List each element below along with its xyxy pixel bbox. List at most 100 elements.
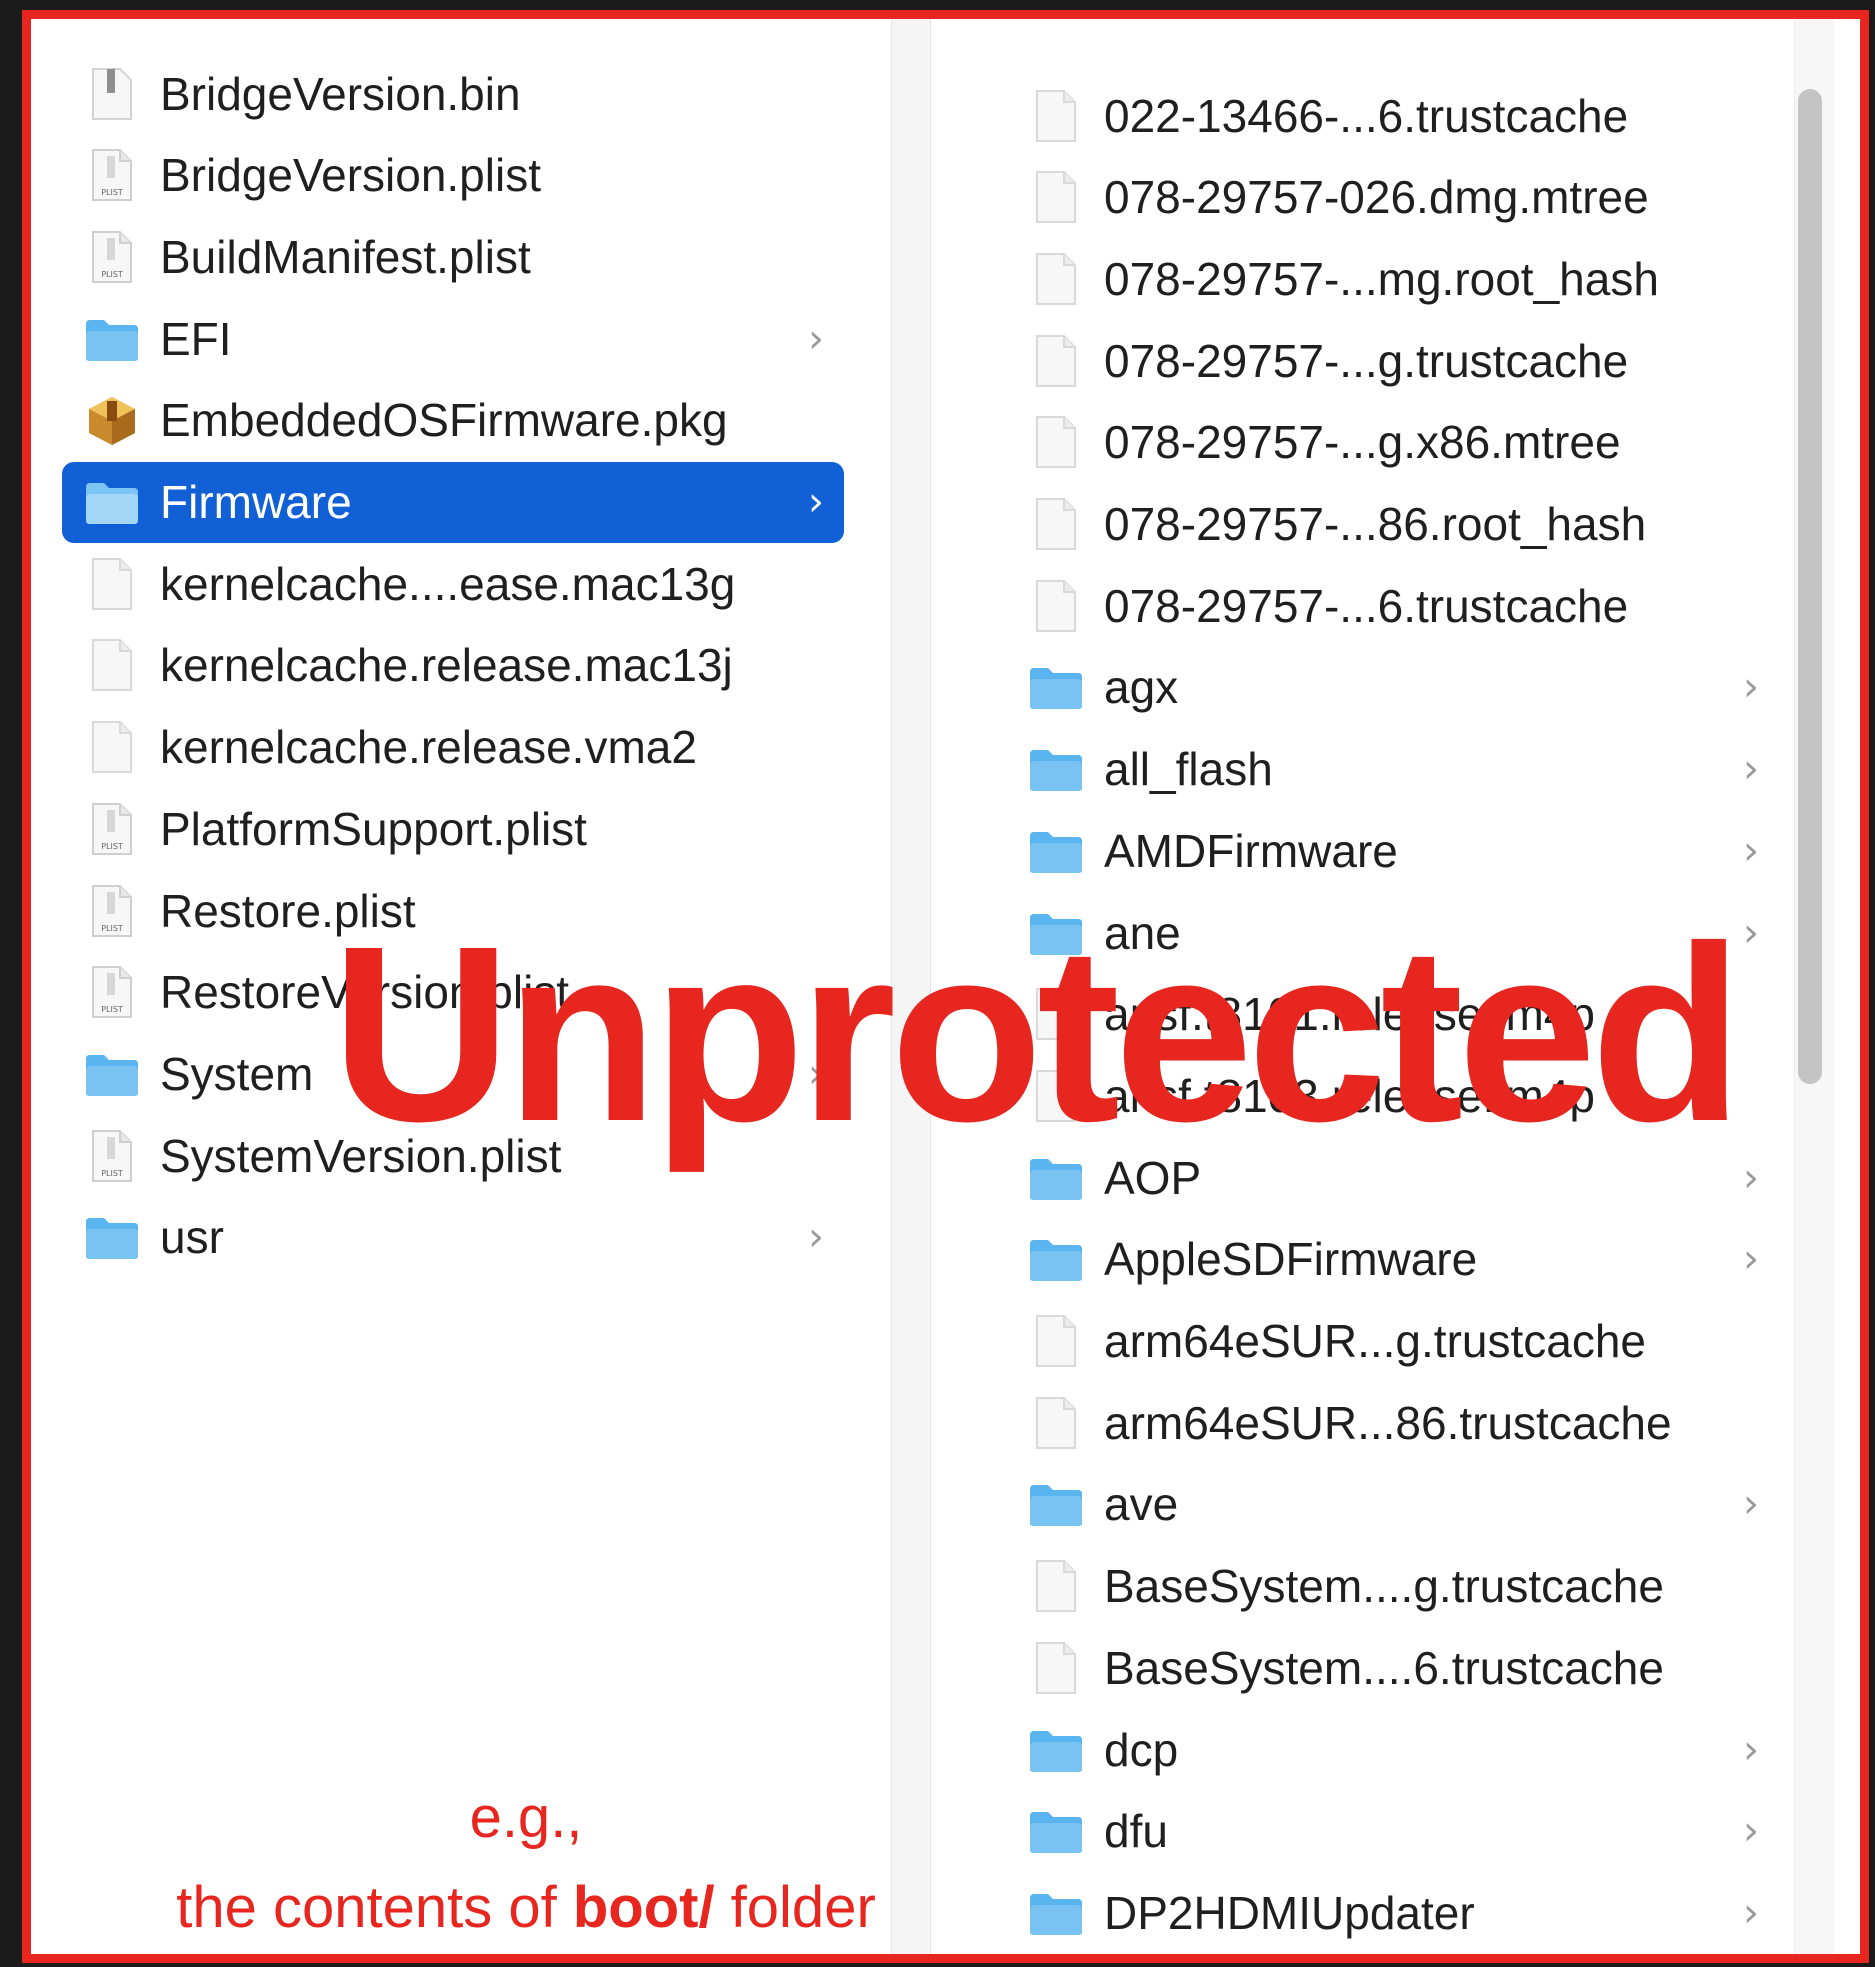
svg-text:PLIST: PLIST <box>101 1169 123 1178</box>
document-icon <box>82 717 142 777</box>
finder-item-kernelcache-release-vma2[interactable]: kernelcache.release.vma2 <box>62 707 844 788</box>
finder-item-dp2hdmiupdater[interactable]: DP2HDMIUpdater › <box>999 1872 1779 1953</box>
svg-text:PLIST: PLIST <box>101 842 123 851</box>
caption-suffix: folder <box>714 1875 876 1940</box>
finder-item-label: 078-29757-...86.root_hash <box>1104 498 1647 550</box>
chevron-right-icon: › <box>1743 1889 1759 1936</box>
finder-item-078-29757-mg-root-hash[interactable]: 078-29757-...mg.root_hash <box>999 238 1779 319</box>
finder-item-label: DP2HDMIUpdater <box>1104 1886 1475 1939</box>
finder-item-label: AMDFirmware <box>1104 824 1398 877</box>
finder-item-platformsupport-plist[interactable]: PLIST PlatformSupport.plist <box>62 788 844 869</box>
caption-prefix: the contents of <box>176 1875 573 1940</box>
plist-file-icon: PLIST <box>82 227 142 287</box>
finder-item-label: kernelcache.release.vma2 <box>160 721 697 774</box>
plist-file-icon: PLIST <box>82 799 142 859</box>
folder-icon <box>1026 657 1086 717</box>
chevron-right-icon: › <box>1743 664 1759 711</box>
plist-file-icon: PLIST <box>82 1126 142 1186</box>
finder-item-label: AppleSDFirmware <box>1104 1233 1478 1286</box>
svg-text:PLIST: PLIST <box>101 924 123 933</box>
finder-item-label: 078-29757-...g.trustcache <box>1104 334 1629 387</box>
package-icon <box>82 390 142 450</box>
folder-icon <box>82 472 142 532</box>
folder-icon <box>1026 1801 1086 1861</box>
chevron-right-icon: › <box>1743 1726 1759 1773</box>
finder-item-label: dcp <box>1104 1723 1179 1776</box>
finder-item-label: kernelcache....ease.mac13g <box>160 557 736 610</box>
annotation-frame: BridgeVersion.bin PLIST BridgeVersion.plis… <box>22 10 1869 1963</box>
svg-text:PLIST: PLIST <box>101 1005 123 1014</box>
folder-icon <box>1026 1474 1086 1534</box>
finder-item-kernelcache-ease-mac13g[interactable]: kernelcache....ease.mac13g <box>62 543 844 624</box>
finder-item-amdfirmware[interactable]: AMDFirmware › <box>999 810 1779 891</box>
chevron-right-icon: › <box>1743 746 1759 793</box>
folder-icon <box>1026 1229 1086 1289</box>
finder-item-label: BuildManifest.plist <box>160 230 531 283</box>
document-icon <box>1026 494 1086 554</box>
finder-item-firmware[interactable]: Firmware › <box>62 461 844 543</box>
document-icon <box>1026 576 1086 636</box>
finder-item-bridgeversion-bin[interactable]: BridgeVersion.bin <box>62 53 844 134</box>
finder-item-label: Firmware <box>160 476 352 528</box>
finder-item-usr[interactable]: usr › <box>62 1197 844 1278</box>
finder-item-label: 078-29757-...g.x86.mtree <box>1104 416 1621 469</box>
finder-item-022-13466-6-trustcache[interactable]: 022-13466-...6.trustcache <box>999 75 1779 156</box>
caption-boot-folder: the contents of boot/ folder <box>31 1874 1021 1941</box>
finder-item-arm64esur-g-trustcache[interactable]: arm64eSUR...g.trustcache <box>999 1301 1779 1382</box>
finder-item-kernelcache-release-mac13j[interactable]: kernelcache.release.mac13j <box>62 625 844 706</box>
folder-icon <box>1026 821 1086 881</box>
chevron-right-icon: › <box>808 1214 824 1261</box>
finder-item-078-29757-86-root-hash[interactable]: 078-29757-...86.root_hash <box>999 484 1779 565</box>
finder-item-label: 078-29757-...mg.root_hash <box>1104 252 1659 305</box>
finder-item-078-29757-026-dmg-mtree[interactable]: 078-29757-026.dmg.mtree <box>999 157 1779 238</box>
chevron-right-icon: › <box>1743 827 1759 874</box>
finder-item-label: arm64eSUR...86.trustcache <box>1104 1396 1672 1449</box>
finder-item-all-flash[interactable]: all_flash › <box>999 729 1779 810</box>
chevron-right-icon: › <box>808 479 824 525</box>
document-icon <box>1026 412 1086 472</box>
finder-item-label: System <box>160 1047 314 1100</box>
finder-item-basesystem-6-trustcache[interactable]: BaseSystem....6.trustcache <box>999 1627 1779 1708</box>
plist-file-icon: PLIST <box>82 881 142 941</box>
folder-icon <box>82 309 142 369</box>
finder-item-dcp[interactable]: dcp › <box>999 1709 1779 1790</box>
finder-item-label: EFI <box>160 312 232 365</box>
finder-item-bridgeversion-plist[interactable]: PLIST BridgeVersion.plist <box>62 135 844 216</box>
finder-item-label: 022-13466-...6.trustcache <box>1104 89 1629 142</box>
finder-item-078-29757-g-trustcache[interactable]: 078-29757-...g.trustcache <box>999 320 1779 401</box>
finder-item-label: 078-29757-026.dmg.mtree <box>1104 171 1649 224</box>
finder-item-label: BaseSystem....g.trustcache <box>1104 1560 1664 1613</box>
document-icon <box>1026 86 1086 146</box>
plist-file-icon: PLIST <box>82 962 142 1022</box>
finder-item-label: agx <box>1104 661 1179 714</box>
finder-item-embeddedosfirmware-pkg[interactable]: EmbeddedOSFirmware.pkg <box>62 380 844 461</box>
finder-item-label: BaseSystem....6.trustcache <box>1104 1641 1664 1694</box>
folder-icon <box>1026 1883 1086 1943</box>
folder-icon <box>1026 1720 1086 1780</box>
document-icon <box>82 554 142 614</box>
folder-icon <box>82 1207 142 1267</box>
scrollbar-thumb[interactable] <box>1798 89 1822 1084</box>
caption-bold-path: boot/ <box>572 1875 715 1940</box>
finder-item-label: PlatformSupport.plist <box>160 802 587 855</box>
finder-item-label: dfu <box>1104 1805 1168 1858</box>
unprotected-watermark: Unprotected <box>331 894 1743 1173</box>
finder-item-078-29757-g-x86-mtree[interactable]: 078-29757-...g.x86.mtree <box>999 402 1779 483</box>
finder-item-ave[interactable]: ave › <box>999 1464 1779 1545</box>
finder-item-label: usr <box>160 1211 224 1264</box>
finder-item-buildmanifest-plist[interactable]: PLIST BuildManifest.plist <box>62 216 844 297</box>
finder-item-applesdfirmware[interactable]: AppleSDFirmware › <box>999 1219 1779 1300</box>
document-icon <box>1026 249 1086 309</box>
finder-item-basesystem-g-trustcache[interactable]: BaseSystem....g.trustcache <box>999 1546 1779 1627</box>
caption-eg: e.g., <box>469 1785 583 1850</box>
binary-file-icon <box>82 64 142 124</box>
finder-item-078-29757-6-trustcache[interactable]: 078-29757-...6.trustcache <box>999 565 1779 646</box>
svg-text:PLIST: PLIST <box>101 188 123 197</box>
document-icon <box>1026 1393 1086 1453</box>
finder-item-arm64esur-86-trustcache[interactable]: arm64eSUR...86.trustcache <box>999 1382 1779 1463</box>
finder-item-efi[interactable]: EFI › <box>62 298 844 379</box>
finder-item-label: all_flash <box>1104 743 1273 796</box>
chevron-right-icon: › <box>1743 1481 1759 1528</box>
finder-item-dfu[interactable]: dfu › <box>999 1791 1779 1872</box>
finder-item-agx[interactable]: agx › <box>999 647 1779 728</box>
